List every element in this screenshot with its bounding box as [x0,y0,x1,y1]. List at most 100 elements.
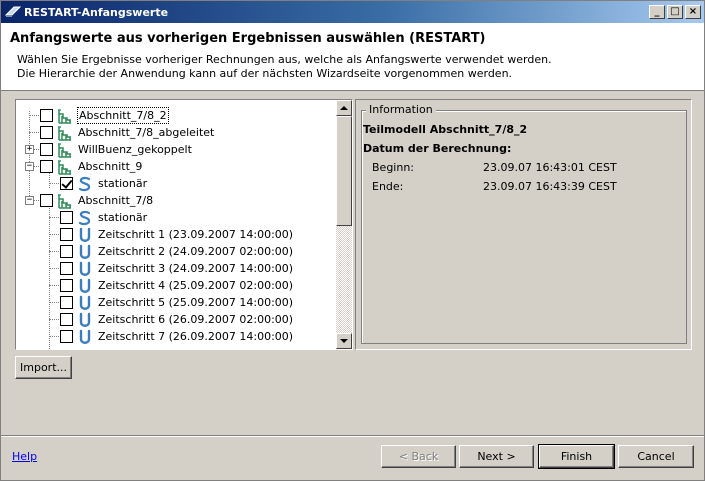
cancel-button[interactable]: Cancel [618,445,694,468]
expand-toggle[interactable]: + [25,145,34,154]
tree-item-label: Abschnitt_7/8_abgeleitet [78,126,215,139]
tree-connector [49,319,59,320]
finish-button[interactable]: Finish [538,444,615,469]
tree-item-label: Zeitschritt 6 (26.09.2007 02:00:00) [98,313,294,326]
tree-item-checkbox[interactable] [60,313,73,326]
model-icon [58,142,71,158]
tree-item[interactable]: Abschnitt_7/8_abgeleitet [40,124,215,141]
next-button[interactable]: Next > [459,445,534,468]
tree-item-label: Zeitschritt 5 (25.09.2007 14:00:00) [98,296,294,309]
tree-item-checkbox[interactable] [40,143,53,156]
tree-item[interactable]: stationär [60,175,148,192]
tree-item[interactable]: Zeitschritt 6 (26.09.2007 02:00:00) [60,311,294,328]
description-line: Wählen Sie Ergebnisse vorheriger Rechnun… [17,53,552,66]
tree-item-label: Zeitschritt 4 (25.09.2007 02:00:00) [98,279,294,292]
title-bar[interactable]: RESTART-Anfangswerte _ □ × [1,1,704,23]
tree-scrollbar[interactable] [336,100,352,349]
tree-item[interactable]: Zeitschritt 1 (23.09.2007 14:00:00) [60,226,294,243]
tree-connector [49,336,59,337]
tree-item[interactable]: Zeitschritt 2 (24.09.2007 02:00:00) [60,243,294,260]
tree-connector [49,285,59,286]
tree-item[interactable]: stationär [60,209,148,226]
calc-date-heading: Datum der Berechnung: [363,142,512,155]
minimize-button[interactable]: _ [649,5,665,19]
wizard-header: Anfangswerte aus vorherigen Ergebnissen … [1,23,704,91]
timestep-icon [79,312,91,327]
tree-item-label: stationär [98,177,148,190]
scroll-down-button[interactable] [336,333,352,349]
timestep-icon [79,261,91,276]
tree-item-label: Zeitschritt 7 (26.09.2007 14:00:00) [98,330,294,343]
tree-item-checkbox[interactable] [60,245,73,258]
tree-item-label: WillBuenz_gekoppelt [78,143,192,156]
tree-item[interactable]: Abschnitt_7/8 [40,192,154,209]
maximize-button[interactable]: □ [667,5,683,19]
information-legend: Information [366,103,436,116]
begin-value: 23.09.07 16:43:01 CEST [483,161,617,174]
maximize-icon: □ [670,6,680,17]
tree-connector [49,205,50,349]
tree-item-checkbox[interactable] [40,194,53,207]
tree-item-checkbox[interactable] [40,160,53,173]
tree-item[interactable]: Zeitschritt 4 (25.09.2007 02:00:00) [60,277,294,294]
timestep-icon [79,295,91,310]
tree-item-checkbox[interactable] [40,109,53,122]
tree-connector [29,115,39,116]
information-group: Information Teilmodell Abschnitt_7/8_2 D… [361,103,687,344]
tree-viewport: Abschnitt_7/8_2 Abschnitt_7/8_abgeleitet +… [16,100,336,349]
tree-connector [49,234,59,235]
window-title: RESTART-Anfangswerte [24,5,169,19]
back-button[interactable]: < Back [381,445,456,468]
model-icon [58,159,71,175]
results-tree[interactable]: Abschnitt_7/8_2 Abschnitt_7/8_abgeleitet +… [15,99,353,350]
model-icon [58,108,71,124]
model-icon [58,125,71,141]
description-line: Die Hierarchie der Anwendung kann auf de… [17,67,513,80]
timestep-icon [79,278,91,293]
tree-item-label: Abschnitt_7/8 [78,194,154,207]
stationary-icon [78,210,91,225]
tree-item-checkbox[interactable] [60,330,73,343]
tree-connector [49,268,59,269]
restart-dialog: RESTART-Anfangswerte _ □ × Anfangswerte … [0,0,705,481]
tree-item-checkbox[interactable] [40,126,53,139]
scroll-thumb[interactable] [336,116,352,226]
tree-item-checkbox[interactable] [60,177,73,190]
tree-item[interactable]: Abschnitt_9 [40,158,143,175]
tree-item-label: Zeitschritt 2 (24.09.2007 02:00:00) [98,245,294,258]
tree-item[interactable]: Zeitschritt 7 (26.09.2007 14:00:00) [60,328,294,345]
timestep-icon [79,329,91,344]
page-title: Anfangswerte aus vorherigen Ergebnissen … [10,31,486,46]
footer-separator [1,435,704,437]
tree-item-checkbox[interactable] [60,262,73,275]
import-button[interactable]: Import... [15,356,72,379]
scroll-up-button[interactable] [336,100,352,116]
help-link[interactable]: Help [12,450,37,463]
tree-item-label: Zeitschritt 1 (23.09.2007 14:00:00) [98,228,294,241]
tree-connector [49,302,59,303]
begin-row: Beginn: 23.09.07 16:43:01 CEST [372,161,617,174]
app-icon [5,6,21,17]
collapse-toggle[interactable]: − [25,162,34,171]
tree-item-label: stationär [98,211,148,224]
tree-item-label: Abschnitt_9 [78,160,143,173]
collapse-toggle[interactable]: − [25,196,34,205]
tree-item[interactable]: Zeitschritt 3 (24.09.2007 14:00:00) [60,260,294,277]
scroll-up-icon [340,106,348,110]
tree-item-checkbox[interactable] [60,211,73,224]
model-title: Teilmodell Abschnitt_7/8_2 [363,123,528,136]
end-row: Ende: 23.09.07 16:43:39 CEST [372,180,617,193]
tree-connector [49,183,59,184]
tree-item-checkbox[interactable] [60,296,73,309]
tree-connector [29,132,39,133]
tree-connector [29,111,30,202]
tree-item[interactable]: WillBuenz_gekoppelt [40,141,193,158]
tree-item[interactable]: Zeitschritt 5 (25.09.2007 14:00:00) [60,294,294,311]
tree-item-checkbox[interactable] [60,279,73,292]
close-button[interactable]: × [685,5,701,19]
tree-item[interactable]: Abschnitt_7/8_2 [40,107,169,124]
tree-item-checkbox[interactable] [60,228,73,241]
information-panel: Information Teilmodell Abschnitt_7/8_2 D… [355,99,692,350]
tree-item-label: Abschnitt_7/8_2 [77,107,169,124]
end-value: 23.09.07 16:43:39 CEST [483,180,617,193]
